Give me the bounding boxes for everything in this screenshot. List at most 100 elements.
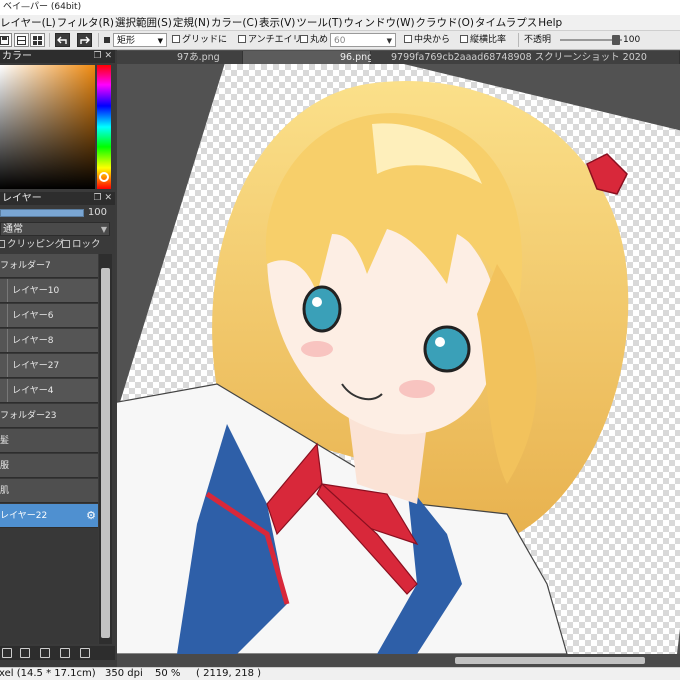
layer-row[interactable]: 髪 [0, 429, 98, 453]
layer-scrollbar[interactable] [99, 254, 112, 644]
folder-tree-line [7, 329, 8, 352]
tab-96[interactable]: 96.png [243, 51, 373, 64]
color-saturation-field[interactable] [0, 65, 95, 189]
layer-name: フォルダー7 [0, 261, 51, 271]
antialias-checkbox[interactable]: アンチエイリ [238, 33, 302, 47]
layer-opacity-slider[interactable] [0, 209, 84, 217]
layer-panel-title: レイヤー [2, 193, 42, 204]
layer-name: フォルダー23 [0, 411, 57, 421]
blush-right [399, 380, 435, 398]
blend-mode-dropdown[interactable]: 通常 ▼ [0, 222, 110, 236]
layer-name: レイヤー22 [0, 511, 48, 521]
layer-name: 服 [0, 461, 10, 471]
menu-tool[interactable]: ツール(T) [296, 15, 342, 30]
shape-select-icon[interactable] [104, 33, 110, 47]
tab-97a[interactable]: 97あ.png [117, 51, 243, 64]
clipping-checkbox[interactable]: クリッピング [0, 238, 64, 252]
layer-row[interactable]: レイヤー8 [0, 329, 98, 353]
canvas-illustration [117, 64, 680, 654]
status-zoom: 50 % [155, 668, 181, 679]
menu-selection[interactable]: 選択範囲(S) [115, 15, 172, 30]
layer-name: レイヤー8 [12, 336, 54, 346]
layer-row[interactable]: レイヤー10 [0, 279, 98, 303]
toolbar: 矩形 ▼ グリッドに アンチエイリ 丸め 60 ▼ 中央から 縦横比率 不透明 10… [0, 31, 680, 50]
status-bar: xel (14.5 * 17.1cm) 350 dpi 50 % ( 2119,… [0, 667, 680, 680]
hue-bar[interactable] [97, 65, 111, 189]
status-canvas-size: xel (14.5 * 17.1cm) [0, 668, 96, 679]
tile-view-icon[interactable] [30, 33, 45, 47]
menu-color[interactable]: カラー(C) [211, 15, 258, 30]
grid-snap-checkbox[interactable]: グリッドに [172, 33, 227, 47]
layer-panel-header: レイヤー ❐ ✕ [0, 192, 115, 205]
panel-close-icon[interactable]: ❐ ✕ [94, 192, 112, 205]
layer-name: レイヤー10 [12, 286, 60, 296]
layer-row[interactable]: レイヤー6 [0, 304, 98, 328]
chevron-down-icon: ▼ [157, 37, 163, 45]
layer-name: 髪 [0, 436, 10, 446]
layer-name: レイヤー27 [12, 361, 60, 371]
color-panel-title: カラー [2, 51, 32, 62]
layer-row[interactable]: レイヤー22 ⚙ [0, 504, 98, 528]
aspect-checkbox[interactable]: 縦横比率 [460, 33, 506, 47]
new-layer-icon[interactable] [2, 648, 12, 658]
layer-row[interactable]: フォルダー23 [0, 404, 98, 428]
eye-left [302, 285, 342, 333]
menu-filter[interactable]: フィルタ(R) [57, 15, 114, 30]
menu-help[interactable]: Help [538, 15, 562, 30]
layer-name: レイヤー6 [12, 311, 54, 321]
layer-list: フォルダー7 レイヤー10 レイヤー6 レイヤー8 レイヤー27 レイヤー4 フォルダー23… [0, 254, 98, 644]
canvas-area[interactable] [117, 64, 680, 654]
layer-opacity-row: 100 [0, 206, 115, 220]
grid-view-icon[interactable] [14, 33, 29, 47]
layer-panel: レイヤー ❐ ✕ 100 通常 ▼ クリッピング ロック フォルダー7 レイヤー10 レ… [0, 192, 115, 660]
lock-checkbox[interactable]: ロック [62, 238, 101, 252]
blush-left [301, 341, 333, 357]
menu-layer[interactable]: レイヤー(L) [0, 15, 56, 30]
menu-timelapse[interactable]: タイムラプス [475, 15, 537, 30]
status-dpi: 350 dpi [105, 668, 143, 679]
rounded-value-field[interactable]: 60 ▼ [330, 33, 396, 47]
canvas-scrollbar-thumb[interactable] [455, 657, 645, 664]
folder-tree-line [7, 354, 8, 377]
canvas-horizontal-scrollbar[interactable] [117, 654, 680, 667]
panel-close-icon[interactable]: ❐ ✕ [94, 50, 112, 63]
menu-window[interactable]: ウィンドウ(W) [343, 15, 414, 30]
layer-row[interactable]: フォルダー7 [0, 254, 98, 278]
eye-right [423, 325, 471, 373]
menu-view[interactable]: 表示(V) [259, 15, 295, 30]
layer-row[interactable]: レイヤー4 [0, 379, 98, 403]
undo-icon[interactable] [55, 33, 70, 47]
folder-tree-line [7, 279, 8, 302]
layer-options-row: クリッピング ロック [0, 238, 115, 252]
new-folder-icon[interactable] [20, 648, 30, 658]
layer-actions-bar [0, 646, 115, 660]
status-coords: ( 2119, 218 ) [196, 668, 262, 679]
layer-scrollbar-thumb[interactable] [101, 268, 110, 638]
menu-cloud[interactable]: クラウド(O) [416, 15, 474, 30]
chevron-down-icon: ▼ [386, 37, 392, 45]
color-panel-header: カラー ❐ ✕ [0, 50, 115, 63]
document-tabs: 97あ.png 96.png 9799fa769cb2aaad68748908 … [117, 50, 680, 64]
layer-settings-icon[interactable]: ⚙ [86, 504, 96, 527]
folder-tree-line [7, 304, 8, 327]
layer-row[interactable]: 服 [0, 454, 98, 478]
tab-screenshot[interactable]: 9799fa769cb2aaad68748908 スクリーンショット 2020 [371, 51, 680, 64]
save-icon[interactable] [0, 33, 12, 47]
layer-opacity-value: 100 [87, 207, 107, 218]
rounded-checkbox[interactable]: 丸め [300, 33, 328, 47]
menu-ruler[interactable]: 定規(N) [173, 15, 210, 30]
opacity-slider-handle[interactable] [612, 35, 620, 45]
layer-row[interactable]: レイヤー27 [0, 354, 98, 378]
menu-bar: レイヤー(L)フィルタ(R)選択範囲(S)定規(N)カラー(C)表示(V)ツール… [0, 15, 680, 31]
opacity-value: 100 [623, 35, 641, 45]
folder-tree-line [7, 379, 8, 402]
layer-row[interactable]: 肌 [0, 479, 98, 503]
delete-layer-icon[interactable] [80, 648, 90, 658]
opacity-label: 不透明 [524, 35, 552, 45]
shape-dropdown[interactable]: 矩形 ▼ [113, 33, 167, 47]
redo-icon[interactable] [77, 33, 92, 47]
merge-layer-icon[interactable] [60, 648, 70, 658]
center-checkbox[interactable]: 中央から [404, 33, 450, 47]
hue-marker[interactable] [99, 172, 109, 182]
copy-layer-icon[interactable] [40, 648, 50, 658]
